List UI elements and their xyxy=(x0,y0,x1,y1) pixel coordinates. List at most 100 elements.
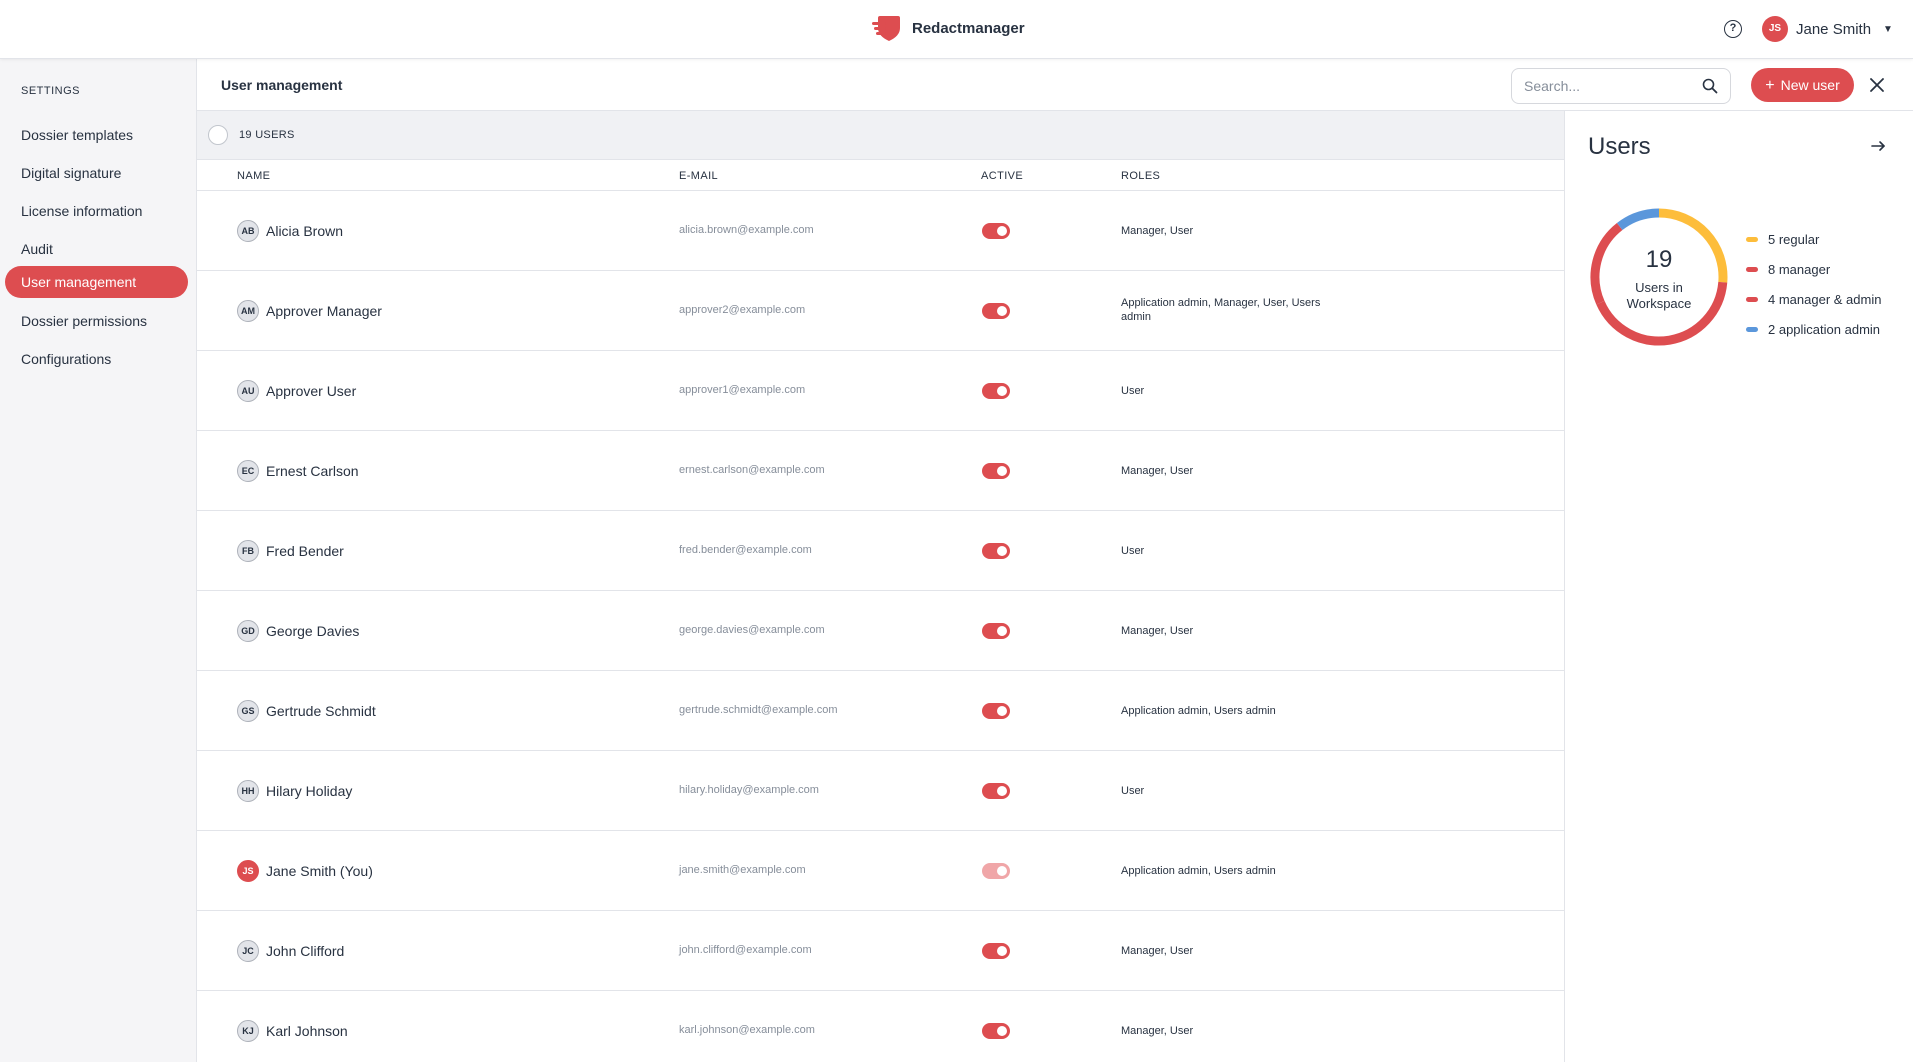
user-name-cell: AM Approver Manager xyxy=(237,300,382,322)
column-header-roles[interactable]: ROLES xyxy=(1121,170,1160,182)
sidebar-section-title: SETTINGS xyxy=(21,85,81,97)
plus-icon: + xyxy=(1765,77,1775,94)
user-email: george.davies@example.com xyxy=(679,624,825,636)
user-name: Ernest Carlson xyxy=(266,463,359,479)
user-name: Alicia Brown xyxy=(266,223,344,239)
active-toggle[interactable] xyxy=(982,383,1010,399)
table-row[interactable]: AB Alicia Brown alicia.brown@example.com Ma… xyxy=(197,191,1564,271)
table-row[interactable]: JS Jane Smith (You) jane.smith@example.com… xyxy=(197,831,1564,911)
table-row[interactable]: JC John Clifford john.clifford@example.com… xyxy=(197,911,1564,991)
search-box xyxy=(1511,68,1731,104)
user-name-cell: AB Alicia Brown xyxy=(237,220,343,242)
user-roles: Application admin, Users admin xyxy=(1121,705,1276,717)
user-roles: User xyxy=(1121,385,1145,397)
avatar: FB xyxy=(237,540,259,562)
user-email: approver1@example.com xyxy=(679,384,806,396)
user-roles: Application admin, Users admin xyxy=(1121,865,1276,877)
active-toggle[interactable] xyxy=(982,783,1010,799)
user-name: Approver Manager xyxy=(266,303,382,319)
user-name-cell: JC John Clifford xyxy=(237,940,344,962)
user-name: Gertrude Schmidt xyxy=(266,703,376,719)
active-toggle[interactable] xyxy=(982,543,1010,559)
sidebar-item-digital-signature[interactable]: Digital signature xyxy=(5,157,188,189)
avatar: KJ xyxy=(237,1020,259,1042)
user-count: 19 USERS xyxy=(239,129,295,141)
user-email: approver2@example.com xyxy=(679,304,806,316)
avatar: JC xyxy=(237,940,259,962)
avatar: GD xyxy=(237,620,259,642)
select-all-checkbox[interactable] xyxy=(208,125,228,145)
sidebar: SETTINGS Dossier templates Digital signa… xyxy=(0,59,197,1062)
avatar: GS xyxy=(237,700,259,722)
sidebar-item-audit[interactable]: Audit xyxy=(5,233,188,265)
legend-label: 2 application admin xyxy=(1768,321,1881,337)
user-name-cell: EC Ernest Carlson xyxy=(237,460,359,482)
active-toggle[interactable] xyxy=(982,223,1010,239)
column-header-email[interactable]: E-MAIL xyxy=(679,170,718,182)
search-icon[interactable] xyxy=(1702,78,1718,94)
user-name-cell: HH Hilary Holiday xyxy=(237,780,352,802)
top-bar: Redactmanager ? JS Jane Smith ▼ xyxy=(0,0,1913,59)
active-toggle xyxy=(982,863,1010,879)
active-toggle[interactable] xyxy=(982,623,1010,639)
user-roles: User xyxy=(1121,545,1145,557)
sidebar-item-license-information[interactable]: License information xyxy=(5,195,188,227)
new-user-button[interactable]: + New user xyxy=(1751,68,1854,102)
page-title: User management xyxy=(221,77,343,93)
chart-legend: 5 regular 8 manager 4 manager & admin 2 app… xyxy=(1746,224,1881,344)
active-toggle[interactable] xyxy=(982,303,1010,319)
sidebar-item-user-management[interactable]: User management xyxy=(5,266,188,298)
user-name-cell: AU Approver User xyxy=(237,380,356,402)
user-name: Jane Smith (You) xyxy=(266,863,373,879)
sidebar-item-dossier-permissions[interactable]: Dossier permissions xyxy=(5,305,188,337)
user-name: Karl Johnson xyxy=(266,1023,348,1039)
table-row[interactable]: KJ Karl Johnson karl.johnson@example.com Ma… xyxy=(197,991,1564,1062)
user-name-cell: KJ Karl Johnson xyxy=(237,1020,348,1042)
user-roles: Manager, User xyxy=(1121,225,1194,237)
user-name-cell: GS Gertrude Schmidt xyxy=(237,700,376,722)
user-name-cell: JS Jane Smith (You) xyxy=(237,860,373,882)
help-icon[interactable]: ? xyxy=(1724,20,1742,38)
user-email: alicia.brown@example.com xyxy=(679,224,814,236)
donut-caption: Users in Workspace xyxy=(1626,280,1692,311)
user-name: Fred Bender xyxy=(266,543,344,559)
column-header-name[interactable]: NAME xyxy=(237,170,270,182)
user-email: hilary.holiday@example.com xyxy=(679,784,819,796)
active-toggle[interactable] xyxy=(982,703,1010,719)
sidebar-item-dossier-templates[interactable]: Dossier templates xyxy=(5,119,188,151)
active-toggle[interactable] xyxy=(982,1023,1010,1039)
sidebar-item-configurations[interactable]: Configurations xyxy=(5,343,188,375)
user-name: George Davies xyxy=(266,623,360,639)
page-header: User management + New user xyxy=(197,59,1913,111)
user-name-cell: GD George Davies xyxy=(237,620,359,642)
arrow-right-icon[interactable] xyxy=(1869,138,1887,154)
legend-swatch xyxy=(1746,326,1758,332)
active-toggle[interactable] xyxy=(982,463,1010,479)
search-input[interactable] xyxy=(1524,78,1694,94)
user-menu[interactable]: JS Jane Smith ▼ xyxy=(1762,16,1893,42)
chevron-down-icon: ▼ xyxy=(1883,23,1893,35)
user-email: fred.bender@example.com xyxy=(679,544,812,556)
brand[interactable]: Redactmanager xyxy=(872,14,1025,42)
user-roles: User xyxy=(1121,785,1145,797)
user-roles: Manager, User xyxy=(1121,465,1194,477)
table-row[interactable]: FB Fred Bender fred.bender@example.com User xyxy=(197,511,1564,591)
table-row[interactable]: EC Ernest Carlson ernest.carlson@example.c… xyxy=(197,431,1564,511)
column-header-active[interactable]: ACTIVE xyxy=(981,170,1023,182)
avatar: JS xyxy=(1762,16,1788,42)
legend-item: 5 regular xyxy=(1746,224,1881,254)
legend-swatch xyxy=(1746,236,1758,242)
table-row[interactable]: HH Hilary Holiday hilary.holiday@example.c… xyxy=(197,751,1564,831)
new-user-label: New user xyxy=(1780,77,1840,93)
table-row[interactable]: AM Approver Manager approver2@example.com A… xyxy=(197,271,1564,351)
table-row[interactable]: GD George Davies george.davies@example.com… xyxy=(197,591,1564,671)
user-email: john.clifford@example.com xyxy=(679,944,812,956)
close-icon[interactable] xyxy=(1867,75,1887,95)
active-toggle[interactable] xyxy=(982,943,1010,959)
user-email: karl.johnson@example.com xyxy=(679,1024,815,1036)
legend-swatch xyxy=(1746,296,1758,302)
table-row[interactable]: GS Gertrude Schmidt gertrude.schmidt@examp… xyxy=(197,671,1564,751)
donut-center: 19 Users in Workspace xyxy=(1587,205,1731,349)
table-row[interactable]: AU Approver User approver1@example.com User xyxy=(197,351,1564,431)
legend-label: 4 manager & admin xyxy=(1768,291,1882,307)
